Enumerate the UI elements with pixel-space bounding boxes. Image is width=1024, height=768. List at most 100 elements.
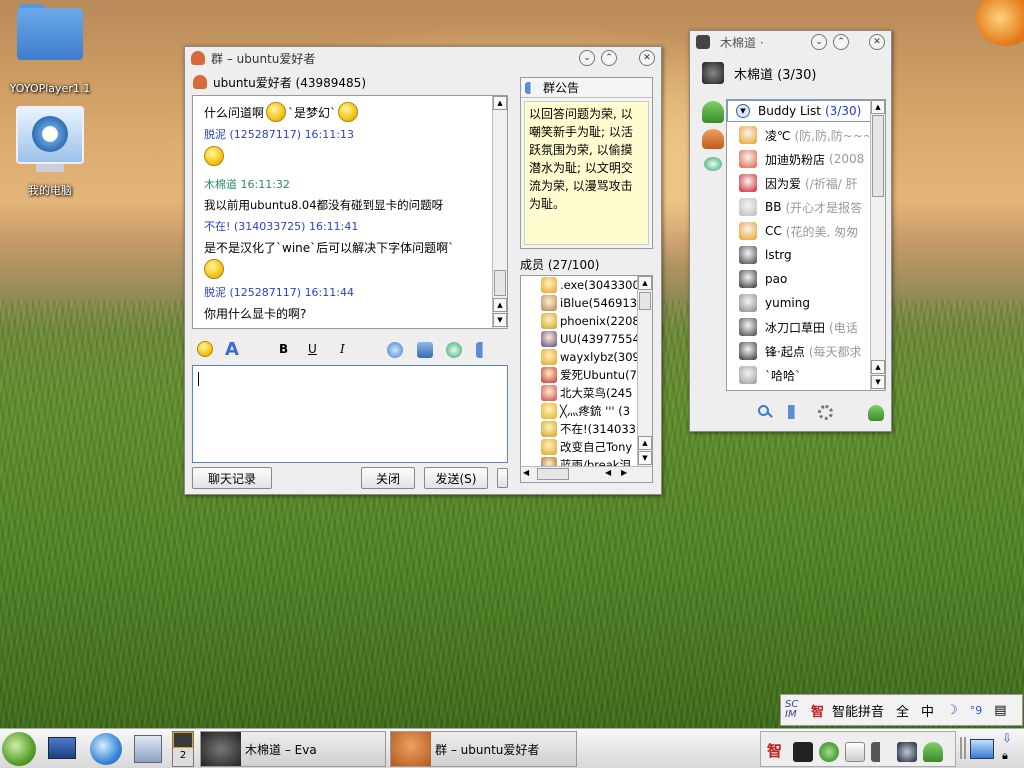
close-button[interactable]: 关闭 <box>361 467 415 489</box>
underline-button[interactable]: U <box>308 342 317 356</box>
member-item[interactable]: 不在!(314033 <box>541 420 639 438</box>
scroll-down-icon[interactable]: ▼ <box>638 451 652 465</box>
desktop-icon-yoyoplayer[interactable]: YOYOPlayer1.1 <box>5 4 95 95</box>
member-item[interactable]: iBlue(5469132 <box>541 294 639 312</box>
scim-icon[interactable]: SC IM <box>785 700 807 720</box>
network-icon[interactable] <box>819 742 839 762</box>
buddy-item[interactable]: BB (开心才是报答 <box>739 195 869 219</box>
scroll-thumb[interactable] <box>639 292 651 310</box>
message-history[interactable]: 什么问道啊 `是梦幻` 脱泥 (125287117) 16:11:13 木棉道 … <box>192 95 508 329</box>
buddy-item[interactable]: 锋·起点 (每天都求 <box>739 339 869 363</box>
buddy-scrollbar[interactable]: ▲ ▲ ▼ <box>870 100 885 390</box>
image-icon[interactable] <box>417 342 433 358</box>
buddy-item[interactable]: pao <box>739 267 869 291</box>
scroll-thumb[interactable] <box>494 270 506 296</box>
close-icon[interactable]: ✕ <box>869 34 885 50</box>
scroll-thumb[interactable] <box>537 468 569 480</box>
member-item[interactable]: phoenix(2208 <box>541 312 639 330</box>
eva-tray-icon[interactable] <box>897 742 917 762</box>
scroll-left-icon[interactable]: ◀ <box>605 468 611 477</box>
menu-icon[interactable]: ▤ <box>994 703 1006 718</box>
recent-tab-icon[interactable] <box>704 157 722 171</box>
sound-icon[interactable] <box>476 342 492 358</box>
close-icon[interactable]: ✕ <box>639 50 655 66</box>
kde-corner-icon[interactable] <box>976 0 1024 46</box>
scroll-up-icon[interactable]: ▲ <box>638 276 652 290</box>
chat-titlebar[interactable]: 群 – ubuntu爱好者 ⌄ ⌃ ✕ <box>185 47 661 69</box>
maximize-button[interactable]: ⌃ <box>601 50 617 66</box>
italic-button[interactable]: I <box>340 342 345 356</box>
scroll-up-icon[interactable]: ▲ <box>493 96 507 110</box>
desktop-icon-my-computer[interactable]: 我的电脑 <box>5 104 95 198</box>
buddies-tab-icon[interactable] <box>702 101 724 123</box>
scroll-thumb[interactable] <box>872 115 884 197</box>
buddy-item[interactable]: 因为爱 (/祈福/ 肝 <box>739 171 869 195</box>
ime-name[interactable]: 智能拼音 <box>832 701 884 720</box>
scroll-right-icon[interactable]: ▶ <box>621 468 627 477</box>
groups-tab-icon[interactable] <box>702 129 724 149</box>
desktop-1[interactable] <box>173 732 193 748</box>
scroll-up-icon[interactable]: ▲ <box>493 298 507 312</box>
desktop-2[interactable]: 2 <box>173 750 193 761</box>
file-manager-icon[interactable] <box>134 735 162 763</box>
start-menu-icon[interactable] <box>2 732 36 766</box>
buddy-item[interactable]: yuming <box>739 291 869 315</box>
monitor-icon[interactable] <box>970 739 994 759</box>
chat-bubble-icon[interactable] <box>446 342 462 358</box>
zhi-icon[interactable]: 智 <box>767 740 782 761</box>
buddy-list[interactable]: ▼ Buddy List (3/30) 凌℃ (防,防,防~~~ 加迪奶粉店 (200… <box>726 99 886 391</box>
task-eva[interactable]: 木棉道 – Eva <box>200 731 386 767</box>
member-item[interactable]: 北大菜鸟(245 <box>541 384 639 402</box>
member-scrollbar[interactable]: ▲ ▲ ▼ <box>637 276 652 466</box>
clipboard-icon[interactable] <box>845 742 865 762</box>
message-input[interactable] <box>192 365 508 463</box>
member-item[interactable]: wayxlybz(309 <box>541 348 639 366</box>
buddy-item[interactable]: `哈哈` <box>739 363 869 387</box>
member-item[interactable]: 改变自己Tony <box>541 438 639 456</box>
download-icon[interactable]: ⇩ <box>1002 731 1020 747</box>
desktop-pager[interactable]: 2 <box>172 731 194 767</box>
buddy-item[interactable]: CC (花的美, 匆匆 <box>739 219 869 243</box>
history-scrollbar[interactable]: ▲ ▲ ▼ <box>492 96 507 328</box>
minimize-button[interactable]: ⌄ <box>811 34 827 50</box>
show-desktop-icon[interactable] <box>48 737 76 759</box>
minimize-button[interactable]: ⌄ <box>579 50 595 66</box>
send-options-button[interactable] <box>497 468 508 488</box>
ime-full-width[interactable]: 全 <box>896 701 909 720</box>
scroll-up-icon[interactable]: ▲ <box>871 100 885 114</box>
qq-status-icon[interactable] <box>923 742 943 762</box>
search-icon[interactable] <box>758 405 774 421</box>
scroll-down-icon[interactable]: ▼ <box>871 375 885 389</box>
status-icon[interactable] <box>868 405 884 421</box>
maximize-button[interactable]: ⌃ <box>833 34 849 50</box>
scroll-up-icon[interactable]: ▲ <box>638 436 652 450</box>
bold-button[interactable]: B <box>279 342 288 356</box>
buddy-item[interactable]: 加迪奶粉店 (2008 <box>739 147 869 171</box>
buddy-item[interactable]: 冰刀口草田 (电话 <box>739 315 869 339</box>
member-item[interactable]: .exe(30433006 <box>541 276 639 294</box>
user-header[interactable]: 木棉道 (3/30) <box>702 61 882 85</box>
buddy-item[interactable]: 凌℃ (防,防,防~~~ <box>739 123 869 147</box>
font-icon[interactable]: A <box>225 339 239 360</box>
buddy-group-header[interactable]: ▼ Buddy List (3/30) <box>727 100 871 122</box>
gear-icon[interactable] <box>818 405 833 420</box>
buddy-titlebar[interactable]: 木棉道 · ⌄ ⌃ ✕ <box>690 31 891 53</box>
member-item[interactable]: ╳灬疼鋶 ''' (3 <box>541 402 639 420</box>
member-hscrollbar[interactable]: ◀ ◀ ▶ <box>521 466 652 482</box>
ime-punct[interactable]: °9 <box>970 704 983 717</box>
buddy-item[interactable]: lstrg <box>739 243 869 267</box>
help-icon[interactable] <box>793 742 813 762</box>
browser-icon[interactable] <box>90 733 122 765</box>
scroll-up-icon[interactable]: ▲ <box>871 360 885 374</box>
emoticon-icon[interactable] <box>197 341 213 357</box>
moon-icon[interactable]: ☽ <box>946 703 958 718</box>
volume-icon[interactable] <box>871 742 891 762</box>
member-item[interactable]: UU(43977554 <box>541 330 639 348</box>
member-item[interactable]: 爱死Ubuntu(7 <box>541 366 639 384</box>
speaker-icon[interactable] <box>788 405 802 419</box>
scroll-down-icon[interactable]: ▼ <box>493 313 507 327</box>
scroll-left-icon[interactable]: ◀ <box>523 468 529 477</box>
chat-history-button[interactable]: 聊天记录 <box>192 467 272 489</box>
capture-icon[interactable] <box>387 342 403 358</box>
member-list[interactable]: .exe(30433006 iBlue(5469132 phoenix(2208 UU… <box>520 275 653 483</box>
